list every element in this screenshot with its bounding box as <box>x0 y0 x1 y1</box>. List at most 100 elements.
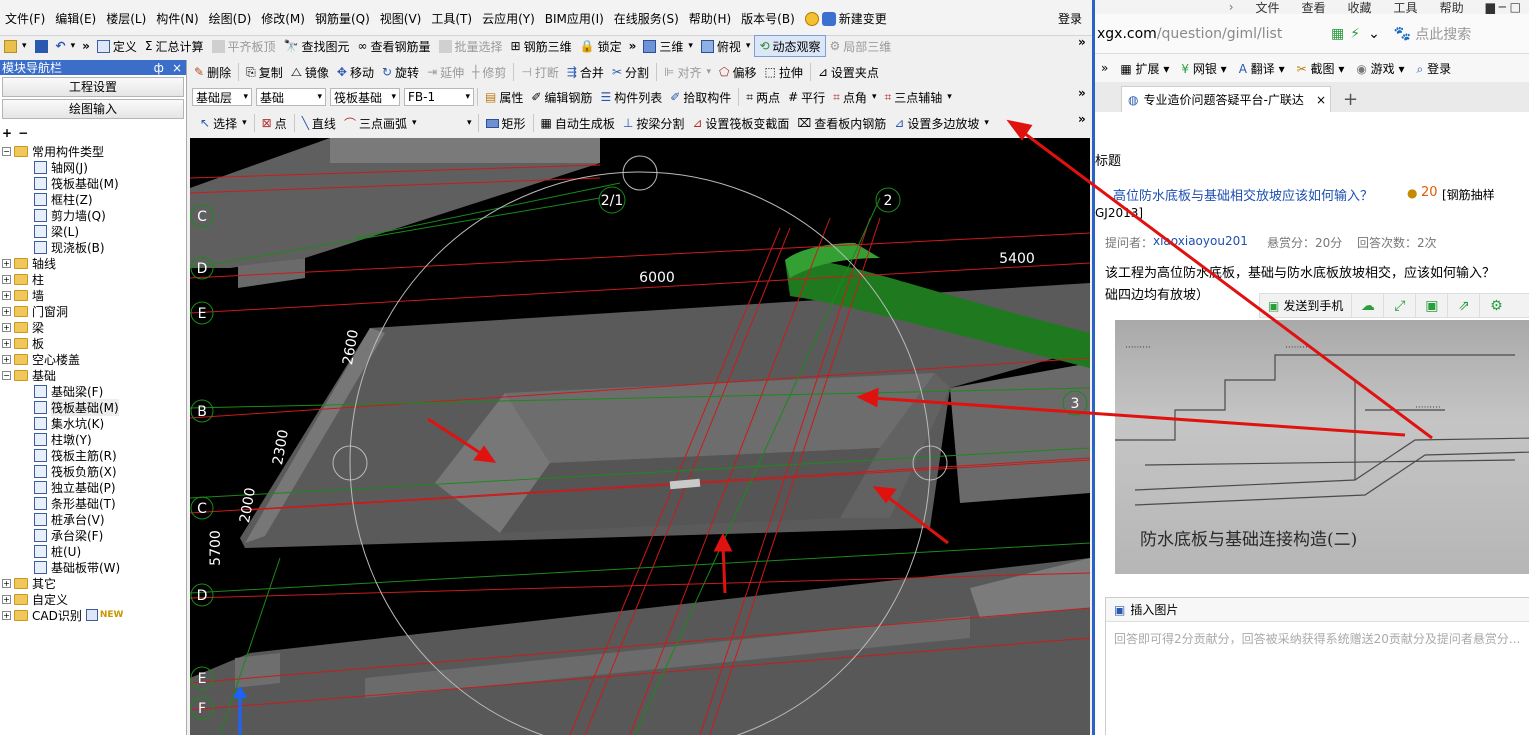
stretch-button[interactable]: ⬚ 拉伸 <box>760 61 806 83</box>
tree-item[interactable]: 承台梁(F) <box>0 527 186 543</box>
window-controls[interactable]: ▆ ─ □ <box>1486 0 1521 14</box>
expand-all-icon[interactable]: + <box>2 126 12 140</box>
toolbar3-more[interactable]: » <box>1075 86 1089 100</box>
menu-item[interactable]: 工具(T) <box>426 10 477 27</box>
mirror-button[interactable]: ⧍ 镜像 <box>287 61 333 83</box>
menu-item[interactable]: 钢筋量(Q) <box>310 10 375 27</box>
line-button[interactable]: ╲ 直线 <box>298 112 340 134</box>
toolbar-overflow-2[interactable]: » <box>626 39 640 53</box>
view-rebar-qty-button[interactable]: ∞ 查看钢筋量 <box>354 35 435 57</box>
expand-icon[interactable]: + <box>2 290 11 300</box>
tree-folder[interactable]: + CAD识别 NEW <box>0 607 186 623</box>
tree-item[interactable]: 条形基础(T) <box>0 495 186 511</box>
tree-item[interactable]: 筏板负筋(X) <box>0 463 186 479</box>
send-to-phone-button[interactable]: ▣ 发送到手机 <box>1260 294 1353 317</box>
expand-icon[interactable]: + <box>2 258 11 268</box>
tree-item[interactable]: 剪力墙(Q) <box>0 207 186 223</box>
tree-folder[interactable]: + 梁 <box>0 319 186 335</box>
menu-item[interactable]: 云应用(Y) <box>477 10 540 27</box>
bookmark-item[interactable]: ◉ 游戏 ▾ <box>1356 60 1404 77</box>
toolbar1-more[interactable]: » <box>1075 35 1089 49</box>
set-section-change-button[interactable]: ⊿ 设置筏板变截面 <box>688 112 793 134</box>
tree-item[interactable]: 框柱(Z) <box>0 191 186 207</box>
expand-icon[interactable]: + <box>2 354 11 364</box>
tree-folder[interactable]: + 柱 <box>0 271 186 287</box>
menu-item[interactable]: 绘图(D) <box>204 10 257 27</box>
undo-button[interactable]: ↶ ▾ <box>52 35 80 57</box>
browser-tab[interactable]: ◍ 专业造价问题答疑平台-广联达 × <box>1121 86 1331 112</box>
expand-icon[interactable]: + <box>2 594 11 604</box>
arc-mode-select[interactable]: ▾ <box>421 114 475 132</box>
dynamic-view-button[interactable]: ⟲ 动态观察 <box>754 35 826 57</box>
tree-folder[interactable]: + 门窗洞 <box>0 303 186 319</box>
break-button[interactable]: ⊣ 打断 <box>517 61 562 83</box>
partial-3d-button[interactable]: ⚙ 局部三维 <box>826 35 896 57</box>
tree-folder[interactable]: − 基础 <box>0 367 186 383</box>
point-button[interactable]: ⊠ 点 <box>258 112 291 134</box>
merge-button[interactable]: ⇶ 合并 <box>563 61 608 83</box>
edit-rebar-button[interactable]: ✐ 编辑钢筋 <box>527 86 596 108</box>
paw-icon[interactable]: 🐾 <box>1394 26 1411 42</box>
menu-item[interactable]: 在线服务(S) <box>609 10 684 27</box>
select-button[interactable]: ↖ 选择 ▾ <box>196 112 251 134</box>
browser-menu-item[interactable]: 工具 <box>1394 0 1418 16</box>
trim-button[interactable]: ┼ 修剪 <box>468 61 510 83</box>
arc-button[interactable]: ⌒ 三点画弧 ▾ <box>340 112 421 134</box>
flush-top-button[interactable]: 平齐板顶 <box>208 35 280 57</box>
tree-item[interactable]: 轴网(J) <box>0 159 186 175</box>
extend-button[interactable]: ⇥ 延伸 <box>423 61 468 83</box>
chevron-down-icon[interactable]: ⌄ <box>1368 26 1380 42</box>
view-slab-rebar-button[interactable]: ⌧ 查看板内钢筋 <box>793 112 890 134</box>
tree-folder[interactable]: + 其它 <box>0 575 186 591</box>
tree-folder[interactable]: + 墙 <box>0 287 186 303</box>
new-tab-button[interactable]: + <box>1343 89 1358 110</box>
menu-item[interactable]: 文件(F) <box>0 10 50 27</box>
floor-select[interactable]: 基础 ▾ <box>256 88 326 106</box>
tree-folder[interactable]: + 轴线 <box>0 255 186 271</box>
align-button[interactable]: ⊫ 对齐 ▾ <box>660 61 715 83</box>
drawing-input-button[interactable]: 绘图输入 <box>2 99 184 119</box>
login-link[interactable]: 登录 <box>1058 10 1082 27</box>
expand-icon[interactable]: + <box>2 322 11 332</box>
split-by-beam-button[interactable]: ⊥ 按梁分割 <box>619 112 688 134</box>
tree-item[interactable]: 基础梁(F) <box>0 383 186 399</box>
compat-icon[interactable]: ▦ <box>1331 26 1344 42</box>
delete-button[interactable]: ✎ 删除 <box>190 61 235 83</box>
question-photo[interactable]: ········· ········ ········· 防水底板与基础连接构造… <box>1115 320 1529 574</box>
menu-item[interactable]: 修改(M) <box>256 10 310 27</box>
set-multi-edge-slope-button[interactable]: ⊿ 设置多边放坡 ▾ <box>890 112 993 134</box>
open-file-button[interactable]: ▾ <box>0 35 31 57</box>
menu-item[interactable]: 帮助(H) <box>684 10 736 27</box>
three-d-button[interactable]: 三维 ▾ <box>639 35 697 57</box>
tree-item[interactable]: 筏板主筋(R) <box>0 447 186 463</box>
batch-select-button[interactable]: 批量选择 <box>435 35 507 57</box>
floor-type-select[interactable]: 基础层 ▾ <box>192 88 252 106</box>
rotate-button[interactable]: ↻ 旋转 <box>378 61 423 83</box>
question-title-link[interactable]: 高位防水底板与基础相交放坡应该如何输入？ <box>1113 185 1373 204</box>
bookmark-item[interactable]: ▦ 扩展 ▾ <box>1120 60 1169 77</box>
move-button[interactable]: ✥ 移动 <box>333 61 378 83</box>
properties-button[interactable]: ▤ 属性 <box>481 86 527 108</box>
close-icon[interactable]: × <box>172 61 182 75</box>
cloud-icon[interactable]: ☁ <box>1352 294 1385 317</box>
collapse-icon[interactable]: − <box>2 370 11 380</box>
tree-item[interactable]: 桩(U) <box>0 543 186 559</box>
new-change-button[interactable]: 新建变更 <box>800 10 892 27</box>
three-point-aux-button[interactable]: ⌗ 三点辅轴 ▾ <box>880 86 955 108</box>
split-button[interactable]: ✂ 分割 <box>608 61 653 83</box>
expand-icon[interactable]: + <box>2 338 11 348</box>
offset-button[interactable]: ⬠ 偏移 <box>715 61 760 83</box>
tree-item[interactable]: 筏板基础(M) <box>0 398 186 416</box>
rect-button[interactable]: 矩形 <box>482 112 530 134</box>
share-icon[interactable]: ⇗ <box>1448 294 1481 317</box>
menu-item[interactable]: 构件(N) <box>151 10 203 27</box>
browser-menu-item[interactable]: 查看 <box>1302 0 1326 16</box>
define-button[interactable]: 定义 <box>93 35 141 57</box>
tree-item[interactable]: 基础板带(W) <box>0 559 186 575</box>
search-input[interactable]: 点此搜索 <box>1415 24 1471 44</box>
category-tag[interactable]: [钢筋抽样 <box>1442 186 1495 203</box>
element-type-select[interactable]: 筏板基础 ▾ <box>330 88 400 106</box>
tree-item[interactable]: 独立基础(P) <box>0 479 186 495</box>
expand-icon[interactable]: ⤢ <box>1384 294 1417 317</box>
browser-menu-item[interactable]: 文件 <box>1256 0 1280 16</box>
